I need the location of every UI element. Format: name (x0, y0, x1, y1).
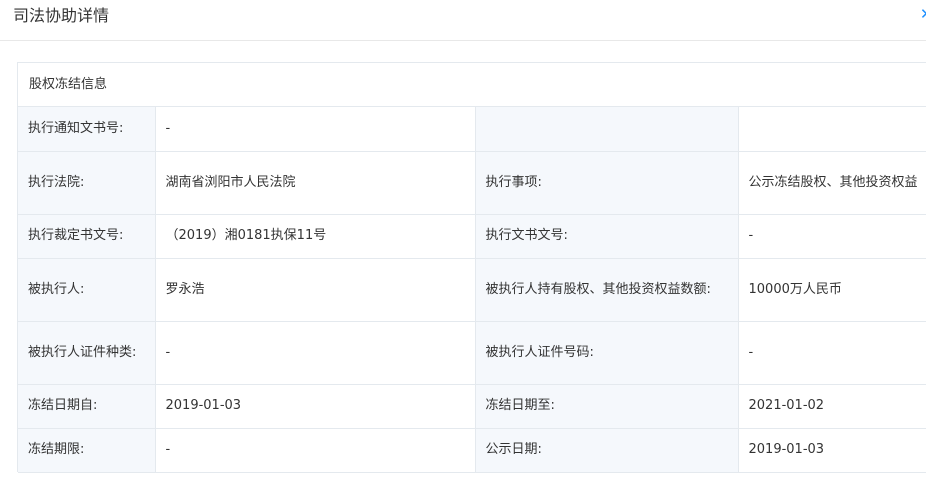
row-label: 被执行人证件号码: (474, 320, 739, 385)
row-value: - (154, 427, 476, 473)
row-label: 被执行人证件种类: (18, 320, 156, 385)
row-label: 冻结日期自: (18, 383, 156, 429)
dialog-title: 司法协助详情 (13, 6, 110, 25)
row-value: - (737, 213, 926, 259)
row-label (474, 107, 739, 152)
row-label: 执行裁定书文号: (18, 213, 156, 259)
row-label: 公示日期: (474, 427, 739, 473)
dialog-header: 司法协助详情 ✕ (0, 0, 926, 41)
row-value: 公示冻结股权、其他投资权益 (737, 150, 926, 215)
row-value: - (737, 320, 926, 385)
close-icon[interactable]: ✕ (920, 7, 926, 22)
row-label: 冻结期限: (18, 427, 156, 473)
equity-freeze-panel: 股权冻结信息 执行通知文书号: - 执行法院: 湖南省浏阳市人民法院 执行事项:… (17, 62, 926, 473)
row-label: 被执行人持有股权、其他投资权益数额: (474, 257, 739, 322)
table-row: 执行法院: 湖南省浏阳市人民法院 执行事项: 公示冻结股权、其他投资权益 (18, 150, 926, 215)
row-value: 2019-01-03 (154, 383, 476, 429)
row-label: 执行通知文书号: (18, 107, 156, 152)
row-label: 冻结日期至: (474, 383, 739, 429)
table-row: 被执行人: 罗永浩 被执行人持有股权、其他投资权益数额: 10000万人民币 (18, 257, 926, 322)
row-value: 10000万人民币 (737, 257, 926, 322)
row-value: - (154, 107, 476, 152)
table-row: 被执行人证件种类: - 被执行人证件号码: - (18, 320, 926, 385)
row-value: - (154, 320, 476, 385)
row-value: 2021-01-02 (737, 383, 926, 429)
table-row: 冻结日期自: 2019-01-03 冻结日期至: 2021-01-02 (18, 383, 926, 429)
row-value: 罗永浩 (154, 257, 476, 322)
table-row: 冻结期限: - 公示日期: 2019-01-03 (18, 427, 926, 473)
panel-title: 股权冻结信息 (18, 63, 926, 107)
table-row: 执行通知文书号: - (18, 107, 926, 152)
row-value: 湖南省浏阳市人民法院 (154, 150, 476, 215)
row-value: （2019）湘0181执保11号 (154, 213, 476, 259)
row-value: 2019-01-03 (737, 427, 926, 473)
row-label: 执行文书文号: (474, 213, 739, 259)
row-value (737, 107, 926, 152)
info-table: 执行通知文书号: - 执行法院: 湖南省浏阳市人民法院 执行事项: 公示冻结股权… (18, 107, 926, 473)
row-label: 执行事项: (474, 150, 739, 215)
table-row: 执行裁定书文号: （2019）湘0181执保11号 执行文书文号: - (18, 213, 926, 259)
row-label: 被执行人: (18, 257, 156, 322)
row-label: 执行法院: (18, 150, 156, 215)
